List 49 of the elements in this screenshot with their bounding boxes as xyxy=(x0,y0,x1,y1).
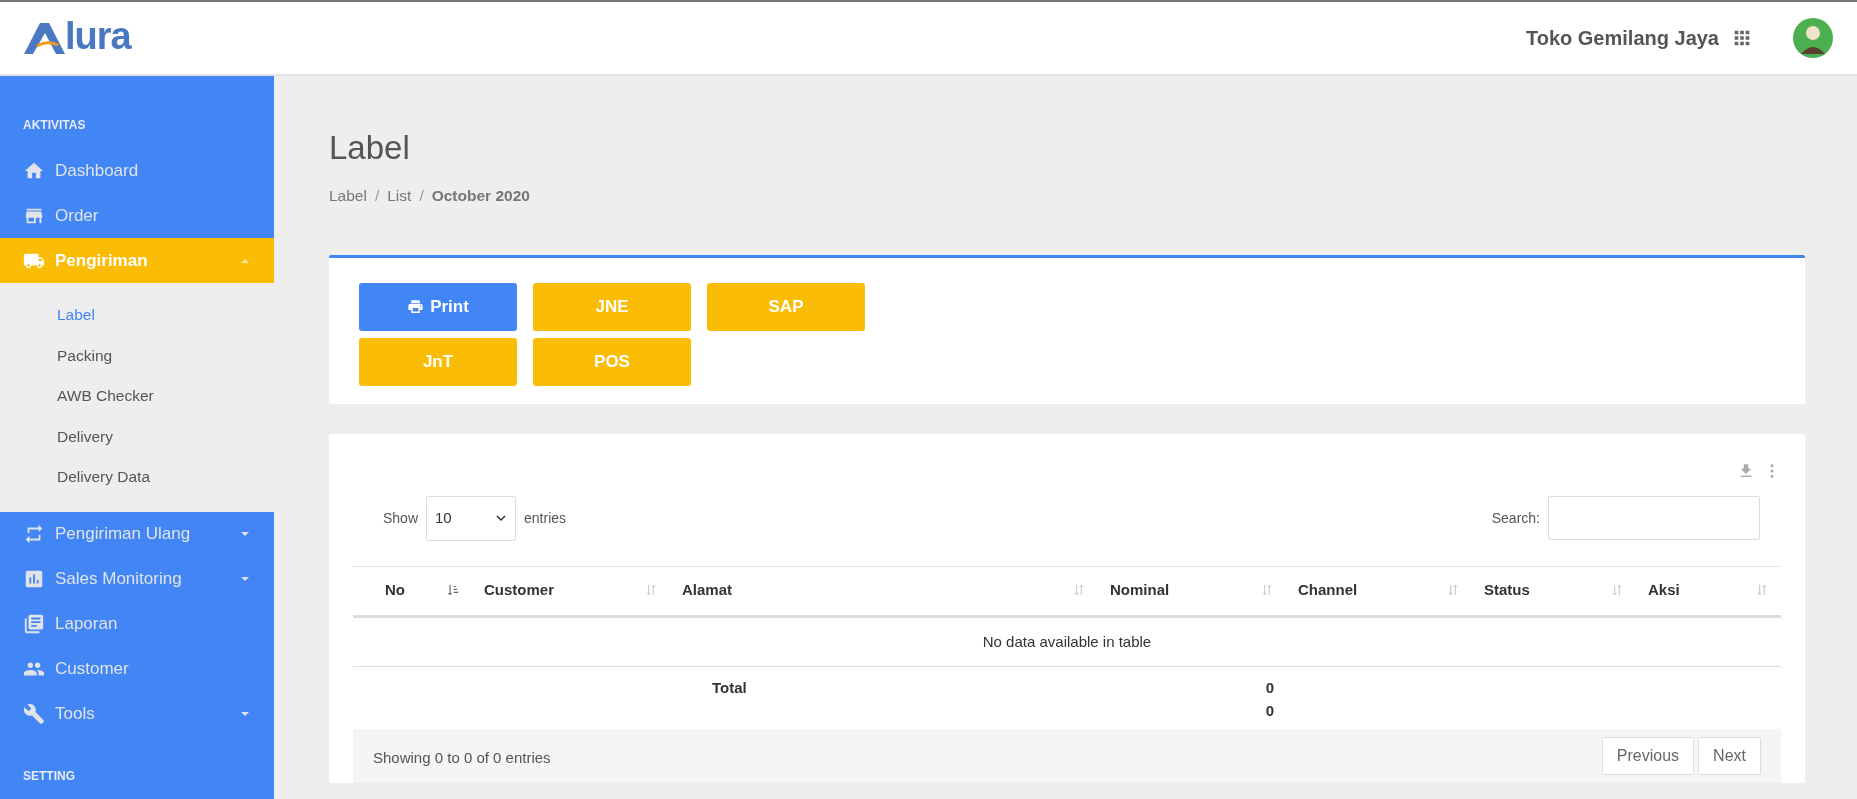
column-header[interactable]: Nominal xyxy=(1098,566,1286,617)
column-header[interactable]: Status xyxy=(1472,566,1636,617)
submenu-item[interactable]: Label xyxy=(0,295,274,336)
search-label: Search: xyxy=(1491,508,1540,528)
report-icon xyxy=(23,613,45,635)
column-header[interactable]: Aksi xyxy=(1636,566,1781,617)
column-header[interactable]: No xyxy=(353,566,472,617)
sidebar-item[interactable]: Pengiriman Ulang xyxy=(0,511,274,557)
breadcrumb-separator: / xyxy=(419,186,424,204)
print-button[interactable]: Print xyxy=(359,282,517,331)
breadcrumb-current: October 2020 xyxy=(431,186,530,204)
show-label: Show xyxy=(383,508,419,528)
section-title: AKTIVITAS xyxy=(22,117,87,134)
sidebar-item[interactable]: Sales Monitoring xyxy=(0,556,274,602)
avatar-icon[interactable] xyxy=(1793,18,1833,58)
page-title: Label xyxy=(329,128,411,168)
submenu-item[interactable]: Delivery xyxy=(0,416,274,457)
column-header[interactable]: Alamat xyxy=(670,566,1098,617)
submenu-item[interactable]: AWB Checker xyxy=(0,376,274,417)
breadcrumb-link[interactable]: List xyxy=(387,186,412,204)
total-value: 0 xyxy=(1265,700,1274,721)
total-label: Total xyxy=(712,679,747,697)
sidebar-item[interactable]: Order xyxy=(0,193,274,238)
sidebar-item[interactable]: Laporan xyxy=(0,601,274,647)
column-header[interactable]: Channel xyxy=(1286,566,1472,617)
pagination-button[interactable]: Previous xyxy=(1601,736,1695,775)
logo-text: lura xyxy=(65,17,131,55)
logo-icon xyxy=(24,22,65,54)
sidebar-item[interactable]: Customer xyxy=(0,646,274,692)
bar-chart-icon xyxy=(23,568,45,590)
section-title: SETTING xyxy=(22,767,76,785)
column-header[interactable]: Customer xyxy=(472,566,670,617)
entries-select[interactable]: 10 xyxy=(426,495,517,541)
breadcrumb-separator: / xyxy=(374,186,380,204)
sidebar-item[interactable]: Dashboard xyxy=(0,148,274,193)
submenu-item[interactable]: Delivery Data xyxy=(0,457,274,498)
table-info: Showing 0 to 0 of 0 entries xyxy=(373,747,551,768)
store-name: Toko Gemilang Jaya xyxy=(1525,26,1719,51)
breadcrumb-link[interactable]: Label xyxy=(329,186,367,204)
printer-icon xyxy=(407,298,425,316)
entries-label: entries xyxy=(524,508,567,528)
repeat-icon xyxy=(23,523,45,545)
wrench-icon xyxy=(23,703,45,725)
search-field[interactable] xyxy=(1548,496,1760,541)
empty-message: No data available in table xyxy=(353,616,1781,667)
pagination-button[interactable]: Next xyxy=(1698,736,1761,775)
total-value: 0 xyxy=(1265,678,1274,699)
submenu-item[interactable]: Packing xyxy=(0,335,274,376)
sidebar-item[interactable]: Tools xyxy=(0,691,274,737)
